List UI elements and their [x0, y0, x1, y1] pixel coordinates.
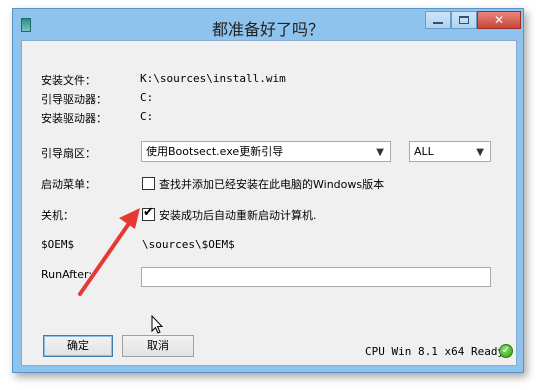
boot-sector-selected: 使用Bootsect.exe更新引导: [146, 145, 284, 158]
checkmark-icon: ✔: [143, 205, 154, 220]
boot-menu-checkbox[interactable]: [142, 177, 155, 190]
auto-restart-checkbox[interactable]: ✔: [142, 205, 155, 221]
status-text: CPU Win 8.1 x64 Ready: [365, 345, 505, 358]
boot-drive-label: 引导驱动器：: [41, 93, 107, 106]
boot-target-selected: ALL: [414, 145, 434, 158]
chevron-down-icon: ▼: [476, 147, 484, 158]
boot-target-select[interactable]: ALL ▼: [409, 141, 491, 162]
boot-menu-checkbox-text[interactable]: 查找并添加已经安装在此电脑的Windows版本: [159, 176, 384, 192]
boot-sector-select[interactable]: 使用Bootsect.exe更新引导 ▼: [141, 141, 391, 162]
install-file-label: 安装文件：: [41, 74, 96, 87]
minimize-button[interactable]: [425, 11, 451, 29]
shutdown-label: 关机：: [41, 209, 74, 222]
check-circle-icon: ✓: [499, 344, 513, 358]
runafter-input[interactable]: [141, 267, 491, 287]
auto-restart-checkbox-text[interactable]: 安装成功后自动重新启动计算机.: [159, 207, 317, 223]
dialog-body: 安装文件： K:\sources\install.wim 引导驱动器： C: 安…: [21, 40, 517, 366]
close-icon: ✕: [493, 13, 505, 27]
install-file-value: K:\sources\install.wim: [140, 72, 286, 85]
boot-menu-label: 启动菜单：: [41, 178, 96, 191]
install-drive-label: 安装驱动器：: [41, 112, 107, 125]
chevron-down-icon: ▼: [376, 147, 384, 158]
oem-label: $OEM$: [41, 238, 75, 251]
boot-sector-label: 引导扇区：: [41, 147, 96, 160]
title-bar[interactable]: 都准备好了吗？ ✕: [13, 9, 523, 41]
minimize-icon: [433, 22, 443, 24]
boot-drive-value: C:: [140, 91, 154, 104]
runafter-label: RunAfter:: [41, 268, 93, 281]
ok-button[interactable]: 确定: [43, 335, 113, 357]
maximize-button[interactable]: [451, 11, 477, 29]
dialog-window: 都准备好了吗？ ✕ 安装文件： K:\sources\install.wim 引…: [12, 8, 524, 373]
maximize-icon: [459, 16, 469, 24]
close-button[interactable]: ✕: [477, 11, 521, 29]
mouse-pointer-icon: [151, 315, 164, 334]
cancel-button[interactable]: 取消: [122, 335, 194, 357]
oem-value: \sources\$OEM$: [142, 238, 235, 251]
install-drive-value: C:: [140, 110, 154, 123]
